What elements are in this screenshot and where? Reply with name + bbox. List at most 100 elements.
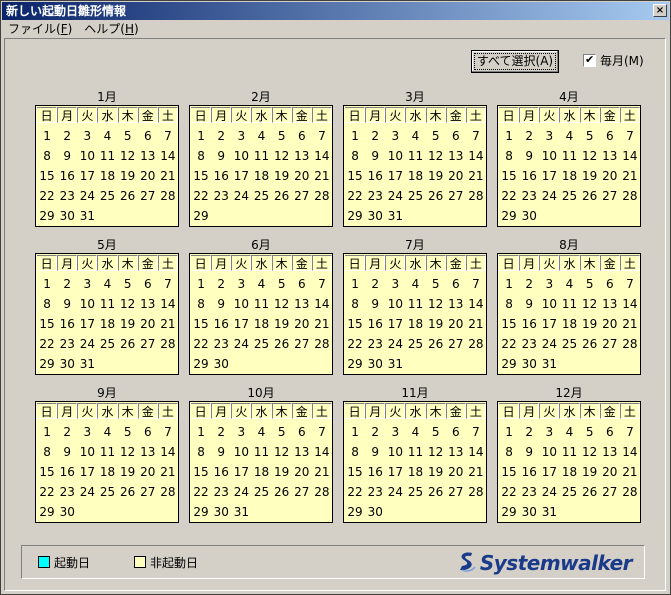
day-cell[interactable]: 27 — [292, 334, 312, 354]
day-cell[interactable]: 2 — [57, 274, 77, 294]
day-cell[interactable]: 27 — [138, 186, 158, 206]
day-cell[interactable]: 19 — [580, 462, 600, 482]
day-cell[interactable]: 2 — [365, 274, 385, 294]
weekday-header[interactable]: 金 — [137, 107, 158, 123]
day-cell[interactable]: 5 — [580, 126, 600, 146]
day-cell[interactable]: 4 — [405, 274, 425, 294]
day-cell[interactable]: 28 — [158, 334, 178, 354]
day-cell[interactable]: 29 — [191, 354, 211, 374]
day-cell[interactable]: 1 — [191, 126, 211, 146]
weekday-header[interactable]: 土 — [311, 403, 332, 419]
weekday-header[interactable]: 月 — [57, 403, 78, 419]
day-cell[interactable]: 5 — [272, 126, 292, 146]
day-cell[interactable]: 2 — [211, 126, 231, 146]
day-cell[interactable]: 15 — [499, 166, 519, 186]
day-cell[interactable]: 2 — [519, 422, 539, 442]
day-cell[interactable]: 29 — [345, 354, 365, 374]
day-cell[interactable]: 20 — [292, 314, 312, 334]
day-cell[interactable]: 13 — [138, 294, 158, 314]
day-cell[interactable]: 16 — [57, 462, 77, 482]
menu-help[interactable]: ヘルプ(H) — [78, 20, 144, 38]
day-cell[interactable]: 1 — [499, 422, 519, 442]
day-cell[interactable]: 24 — [77, 186, 97, 206]
day-cell[interactable]: 17 — [385, 462, 405, 482]
day-cell[interactable]: 12 — [426, 146, 446, 166]
weekday-header[interactable]: 日 — [499, 255, 520, 271]
weekday-header[interactable]: 金 — [599, 107, 620, 123]
day-cell[interactable]: 11 — [405, 146, 425, 166]
day-cell[interactable]: 22 — [499, 186, 519, 206]
day-cell[interactable]: 19 — [272, 462, 292, 482]
day-cell[interactable]: 23 — [519, 482, 539, 502]
day-cell[interactable]: 31 — [539, 502, 559, 522]
day-cell[interactable]: 8 — [37, 442, 57, 462]
weekday-header[interactable]: 木 — [579, 107, 600, 123]
weekday-header[interactable]: 土 — [465, 255, 486, 271]
day-cell[interactable]: 27 — [600, 334, 620, 354]
day-cell[interactable]: 11 — [97, 442, 117, 462]
day-cell[interactable]: 8 — [191, 294, 211, 314]
day-cell[interactable]: 27 — [138, 482, 158, 502]
day-cell[interactable]: 16 — [211, 462, 231, 482]
day-cell[interactable]: 1 — [37, 422, 57, 442]
day-cell[interactable]: 19 — [118, 166, 138, 186]
weekday-header[interactable]: 水 — [251, 403, 272, 419]
day-cell[interactable]: 16 — [519, 166, 539, 186]
weekday-header[interactable]: 水 — [405, 403, 426, 419]
day-cell[interactable]: 31 — [385, 206, 405, 226]
day-cell[interactable]: 15 — [37, 314, 57, 334]
day-cell[interactable]: 11 — [405, 294, 425, 314]
checkbox-check-icon[interactable] — [583, 53, 596, 67]
day-cell[interactable]: 23 — [57, 334, 77, 354]
day-cell[interactable]: 16 — [365, 314, 385, 334]
day-cell[interactable]: 31 — [77, 206, 97, 226]
day-cell[interactable]: 17 — [77, 314, 97, 334]
day-cell[interactable]: 9 — [519, 294, 539, 314]
weekday-header[interactable]: 土 — [619, 255, 640, 271]
day-cell[interactable]: 13 — [292, 294, 312, 314]
day-cell[interactable]: 29 — [37, 206, 57, 226]
day-cell[interactable]: 12 — [118, 146, 138, 166]
day-cell[interactable]: 11 — [251, 146, 271, 166]
weekday-header[interactable]: 土 — [157, 403, 178, 419]
day-cell[interactable]: 20 — [292, 462, 312, 482]
weekday-header[interactable]: 火 — [231, 107, 252, 123]
weekday-header[interactable]: 月 — [211, 107, 232, 123]
weekday-header[interactable]: 土 — [311, 107, 332, 123]
day-cell[interactable]: 30 — [57, 354, 77, 374]
weekday-header[interactable]: 月 — [211, 403, 232, 419]
day-cell[interactable]: 30 — [519, 502, 539, 522]
day-cell[interactable]: 15 — [191, 166, 211, 186]
day-cell[interactable]: 2 — [365, 422, 385, 442]
day-cell[interactable]: 10 — [77, 294, 97, 314]
day-cell[interactable]: 3 — [539, 274, 559, 294]
day-cell[interactable]: 14 — [312, 442, 332, 462]
day-cell[interactable]: 18 — [559, 166, 579, 186]
day-cell[interactable]: 12 — [118, 442, 138, 462]
day-cell[interactable]: 12 — [272, 442, 292, 462]
day-cell[interactable]: 28 — [620, 482, 640, 502]
menu-file[interactable]: ファイル(F) — [2, 20, 78, 38]
weekday-header[interactable]: 木 — [117, 403, 138, 419]
weekday-header[interactable]: 水 — [559, 255, 580, 271]
weekday-header[interactable]: 火 — [77, 403, 98, 419]
day-cell[interactable]: 22 — [37, 186, 57, 206]
day-cell[interactable]: 28 — [158, 482, 178, 502]
day-cell[interactable]: 23 — [519, 334, 539, 354]
day-cell[interactable]: 8 — [191, 442, 211, 462]
weekday-header[interactable]: 土 — [619, 403, 640, 419]
day-cell[interactable]: 18 — [251, 314, 271, 334]
day-cell[interactable]: 4 — [97, 274, 117, 294]
day-cell[interactable]: 5 — [426, 422, 446, 442]
day-cell[interactable]: 13 — [292, 442, 312, 462]
day-cell[interactable]: 19 — [426, 462, 446, 482]
day-cell[interactable]: 25 — [405, 482, 425, 502]
weekday-header[interactable]: 日 — [37, 107, 58, 123]
day-cell[interactable]: 27 — [446, 186, 466, 206]
weekday-header[interactable]: 水 — [405, 255, 426, 271]
day-cell[interactable]: 17 — [539, 166, 559, 186]
day-cell[interactable]: 17 — [231, 462, 251, 482]
day-cell[interactable]: 18 — [559, 314, 579, 334]
day-cell[interactable]: 25 — [405, 186, 425, 206]
day-cell[interactable]: 18 — [97, 462, 117, 482]
